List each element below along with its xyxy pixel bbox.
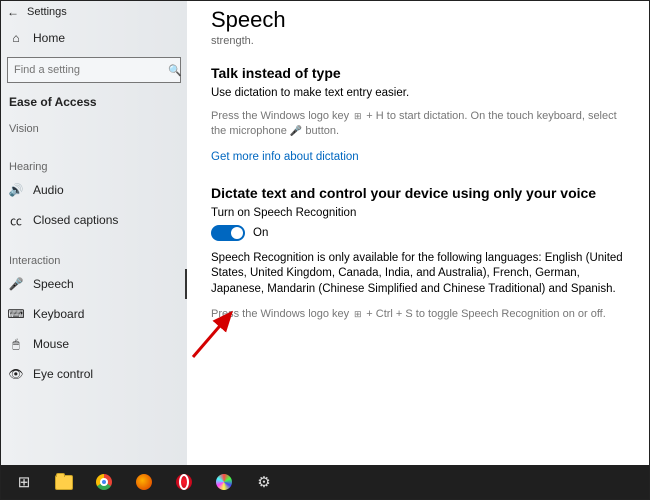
taskbar: ⊞ ⚙	[1, 465, 649, 499]
content-pane: Speech strength. Talk instead of type Us…	[187, 1, 649, 465]
sidebar: ← Settings ⌂ Home 🔍 Ease of Access Visio…	[1, 1, 187, 465]
toggle-knob	[231, 227, 243, 239]
search-box[interactable]: 🔍	[7, 57, 181, 83]
eye-icon: 👁	[9, 367, 23, 381]
sidebar-group-hearing: Hearing	[1, 151, 187, 175]
sidebar-group-vision: Vision	[1, 113, 187, 137]
talk-hint: Press the Windows logo key + H to start …	[211, 109, 625, 139]
page-title: Speech	[211, 7, 625, 33]
speech-icon: 🎤	[9, 277, 23, 291]
sidebar-item-label: Speech	[33, 277, 74, 291]
search-icon: 🔍	[162, 64, 188, 77]
taskbar-chrome[interactable]	[85, 467, 123, 497]
mouse-icon: 🖱	[9, 337, 23, 352]
windows-key-icon	[352, 309, 363, 320]
sidebar-item-label: Eye control	[33, 367, 93, 381]
dictation-info-link[interactable]: Get more info about dictation	[211, 151, 359, 163]
sidebar-item-label: Closed captions	[33, 213, 118, 227]
titlebar: ← Settings	[1, 1, 187, 23]
gear-icon: ⚙	[257, 473, 270, 491]
taskbar-file-explorer[interactable]	[45, 467, 83, 497]
toggle-label: Turn on Speech Recognition	[211, 207, 625, 219]
audio-icon: 🔊	[9, 183, 23, 197]
keyboard-icon: ⌨	[9, 307, 23, 321]
speech-recognition-toggle[interactable]	[211, 225, 245, 241]
sidebar-item-audio[interactable]: 🔊 Audio	[1, 175, 187, 205]
paint-icon	[216, 474, 232, 490]
app-body: ← Settings ⌂ Home 🔍 Ease of Access Visio…	[1, 1, 649, 465]
page-subtitle: strength.	[211, 35, 625, 47]
sidebar-item-closed-captions[interactable]: ㏄ Closed captions	[1, 205, 187, 235]
explorer-icon	[55, 475, 73, 490]
captions-icon: ㏄	[9, 212, 23, 229]
start-button[interactable]: ⊞	[5, 467, 43, 497]
sidebar-item-label: Audio	[33, 183, 64, 197]
sidebar-item-eye-control[interactable]: 👁 Eye control	[1, 359, 187, 389]
settings-window: ← Settings ⌂ Home 🔍 Ease of Access Visio…	[0, 0, 650, 500]
app-title: Settings	[27, 6, 67, 18]
availability-text: Speech Recognition is only available for…	[211, 251, 625, 298]
home-icon: ⌂	[9, 31, 23, 45]
sidebar-item-label: Keyboard	[33, 307, 84, 321]
search-wrap: 🔍	[1, 53, 187, 87]
sidebar-item-keyboard[interactable]: ⌨ Keyboard	[1, 299, 187, 329]
firefox-icon	[136, 474, 152, 490]
toggle-state: On	[253, 227, 268, 239]
sidebar-group-interaction: Interaction	[1, 245, 187, 269]
sidebar-home[interactable]: ⌂ Home	[1, 23, 187, 53]
windows-key-icon	[352, 111, 363, 122]
search-input[interactable]	[8, 64, 162, 76]
section-talk-heading: Talk instead of type	[211, 65, 625, 81]
taskbar-settings[interactable]: ⚙	[245, 467, 283, 497]
opera-icon	[176, 474, 192, 490]
sidebar-item-mouse[interactable]: 🖱 Mouse	[1, 329, 187, 359]
taskbar-opera[interactable]	[165, 467, 203, 497]
sidebar-category: Ease of Access	[1, 87, 187, 113]
chrome-icon	[96, 474, 112, 490]
back-icon[interactable]: ←	[7, 5, 19, 19]
talk-body: Use dictation to make text entry easier.	[211, 87, 625, 99]
sidebar-item-speech[interactable]: 🎤 Speech	[1, 269, 187, 299]
speech-recognition-toggle-row: On	[211, 225, 625, 241]
sidebar-home-label: Home	[33, 31, 65, 45]
dictate-hint: Press the Windows logo key + Ctrl + S to…	[211, 307, 625, 322]
taskbar-paint[interactable]	[205, 467, 243, 497]
sidebar-item-label: Mouse	[33, 337, 69, 351]
section-dictate-heading: Dictate text and control your device usi…	[211, 185, 625, 201]
taskbar-firefox[interactable]	[125, 467, 163, 497]
microphone-icon	[290, 125, 302, 137]
